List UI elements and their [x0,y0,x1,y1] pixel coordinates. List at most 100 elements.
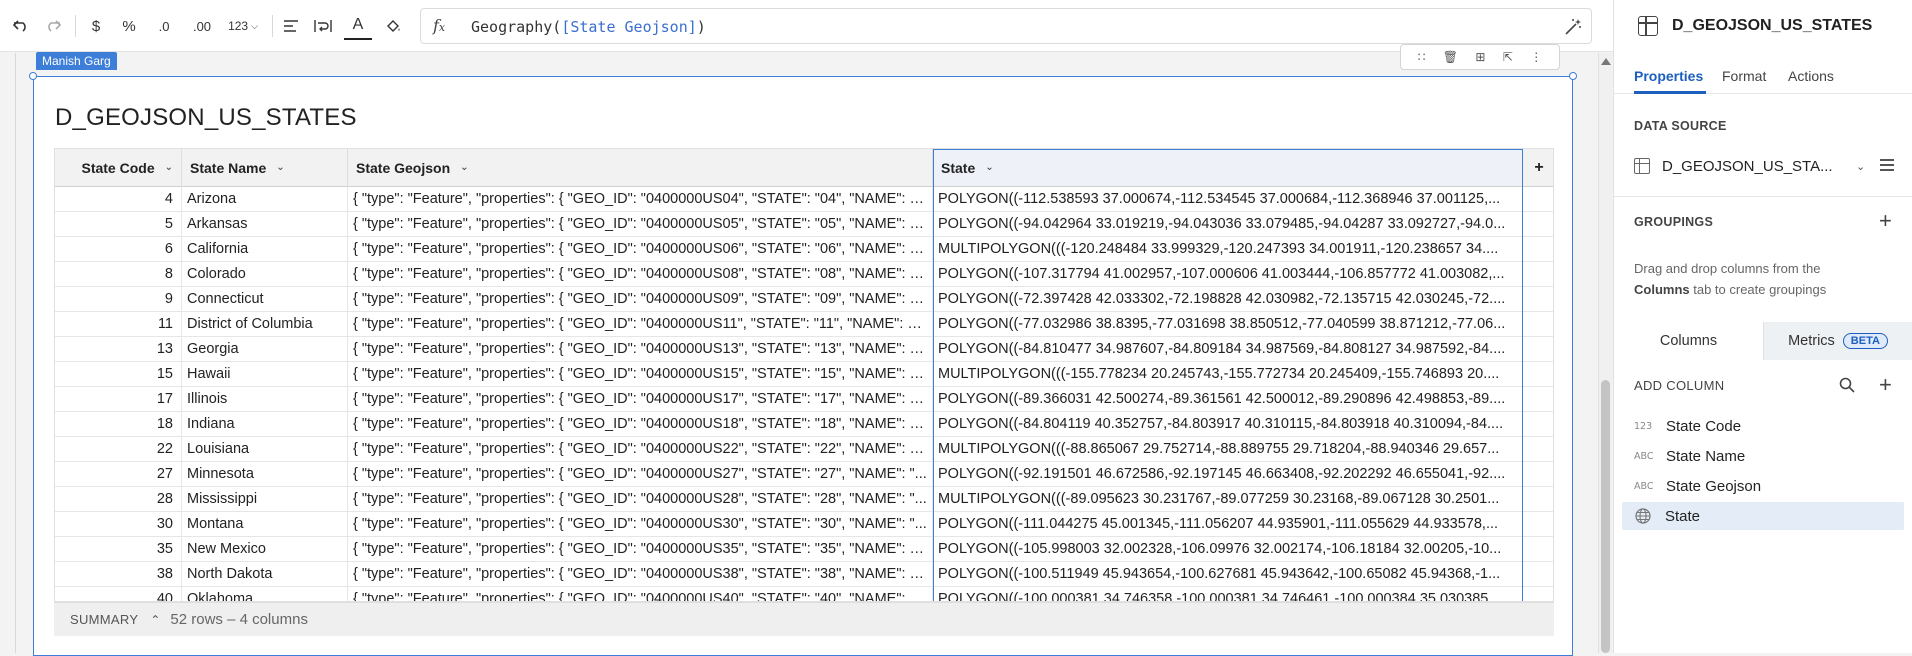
column-item-state[interactable]: State [1622,502,1904,530]
cell-state-code[interactable]: 6 [55,237,182,262]
cell-state-geojson[interactable]: { "type": "Feature", "properties": { "GE… [348,187,933,212]
cell-state-geojson[interactable]: { "type": "Feature", "properties": { "GE… [348,237,933,262]
table-row[interactable]: 8 Colorado{ "type": "Feature", "propertie… [55,262,1553,287]
chevron-down-icon[interactable]: ⌄ [985,162,993,173]
column-item-state-code[interactable]: 123 State Code [1622,412,1904,440]
cell-state[interactable]: POLYGON((-112.538593 37.000674,-112.5345… [933,187,1523,212]
scrollbar-thumb[interactable] [1601,380,1610,653]
cell-state-name[interactable]: Mississippi [182,487,348,512]
cell-state-code[interactable]: 22 [55,437,182,462]
cell-state-name[interactable]: Oklahoma [182,587,348,601]
cell-state-code[interactable]: 13 [55,337,182,362]
cell-state[interactable]: POLYGON((-84.810477 34.987607,-84.809184… [933,337,1523,362]
tab-format[interactable]: Format [1722,68,1766,84]
table-row[interactable]: 4 Arizona{ "type": "Feature", "properties… [55,187,1553,212]
cell-state-name[interactable]: Arizona [182,187,348,212]
cell-state-code[interactable]: 35 [55,537,182,562]
cell-state-name[interactable]: Montana [182,512,348,537]
cell-state-code[interactable]: 9 [55,287,182,312]
cell-state[interactable]: POLYGON((-89.366031 42.500274,-89.361561… [933,387,1523,412]
text-color-icon[interactable]: A [344,12,372,40]
drag-handle-icon[interactable]: ∷ [1418,50,1426,64]
cell-state[interactable]: POLYGON((-100.511949 45.943654,-100.6276… [933,562,1523,587]
cell-state[interactable]: MULTIPOLYGON(((-89.095623 30.231767,-89.… [933,487,1523,512]
cell-state-geojson[interactable]: { "type": "Feature", "properties": { "GE… [348,587,933,601]
cell-state-name[interactable]: North Dakota [182,562,348,587]
cell-state-geojson[interactable]: { "type": "Feature", "properties": { "GE… [348,312,933,337]
cell-state[interactable]: POLYGON((-100.000381 34.746358,-100.0003… [933,587,1523,601]
table-row[interactable]: 35 New Mexico{ "type": "Feature", "proper… [55,537,1553,562]
chevron-down-icon[interactable]: ⌄ [165,162,173,173]
cell-state-code[interactable]: 5 [55,212,182,237]
more-options-icon[interactable]: ⋮ [1530,50,1542,64]
cell-state-code[interactable]: 28 [55,487,182,512]
cell-state[interactable]: POLYGON((-94.042964 33.019219,-94.043036… [933,212,1523,237]
add-column-button[interactable]: + [1523,149,1553,187]
table-row[interactable]: 5 Arkansas{ "type": "Feature", "propertie… [55,212,1553,237]
table-row[interactable]: 27 Minnesota{ "type": "Feature", "propert… [55,462,1553,487]
element-title[interactable]: D_GEOJSON_US_STATES [55,104,357,132]
cell-state[interactable]: POLYGON((-84.804119 40.352757,-84.803917… [933,412,1523,437]
column-header-state-geojson[interactable]: State Geojson ⌄ [348,149,933,187]
cell-state-geojson[interactable]: { "type": "Feature", "properties": { "GE… [348,262,933,287]
cell-state-name[interactable]: Illinois [182,387,348,412]
cell-state-geojson[interactable]: { "type": "Feature", "properties": { "GE… [348,462,933,487]
cell-state-code[interactable]: 8 [55,262,182,287]
collapse-icon[interactable]: ⇱ [1503,50,1513,64]
cell-state[interactable]: MULTIPOLYGON(((-88.865067 29.752714,-88.… [933,437,1523,462]
cell-state-name[interactable]: District of Columbia [182,312,348,337]
cell-state-code[interactable]: 38 [55,562,182,587]
cell-state[interactable]: POLYGON((-72.397428 42.033302,-72.198828… [933,287,1523,312]
cell-state-name[interactable]: Colorado [182,262,348,287]
align-left-icon[interactable] [280,14,302,38]
currency-format-button[interactable]: $ [86,14,106,38]
cell-state-geojson[interactable]: { "type": "Feature", "properties": { "GE… [348,437,933,462]
table-row[interactable]: 15 Hawaii{ "type": "Feature", "properties… [55,362,1553,387]
cell-state[interactable]: MULTIPOLYGON(((-155.778234 20.245743,-15… [933,362,1523,387]
table-row[interactable]: 9 Connecticut{ "type": "Feature", "proper… [55,287,1553,312]
cell-state-code[interactable]: 17 [55,387,182,412]
percent-format-button[interactable]: % [118,14,140,38]
undo-icon[interactable] [10,14,32,38]
cell-state-name[interactable]: Hawaii [182,362,348,387]
add-element-icon[interactable]: ⊞ [1475,50,1485,64]
column-header-state-code[interactable]: State Code ⌄ [55,149,182,187]
cell-state-geojson[interactable]: { "type": "Feature", "properties": { "GE… [348,512,933,537]
table-row[interactable]: 11 District of Columbia{ "type": "Feature… [55,312,1553,337]
increase-decimal-button[interactable]: .00 [188,14,216,38]
cell-state-name[interactable]: New Mexico [182,537,348,562]
resize-handle-top-left[interactable] [29,72,37,80]
redo-icon[interactable] [42,14,64,38]
cell-state-geojson[interactable]: { "type": "Feature", "properties": { "GE… [348,487,933,512]
cell-state-name[interactable]: Indiana [182,412,348,437]
cell-state-geojson[interactable]: { "type": "Feature", "properties": { "GE… [348,337,933,362]
table-row[interactable]: 22 Louisiana{ "type": "Feature", "propert… [55,437,1553,462]
data-source-selector[interactable]: D_GEOJSON_US_STA... ⌄ [1634,154,1894,178]
decrease-decimal-button[interactable]: .0 [152,14,176,38]
text-wrap-icon[interactable] [312,14,334,38]
cell-state[interactable]: POLYGON((-111.044275 45.001345,-111.0562… [933,512,1523,537]
cell-state-name[interactable]: Minnesota [182,462,348,487]
cell-state-geojson[interactable]: { "type": "Feature", "properties": { "GE… [348,212,933,237]
trash-icon[interactable]: 🗑 [1443,50,1458,64]
magic-wand-icon[interactable] [1563,17,1583,37]
cell-state-name[interactable]: Georgia [182,337,348,362]
cell-state[interactable]: POLYGON((-105.998003 32.002328,-106.0997… [933,537,1523,562]
column-header-state[interactable]: State ⌄ [933,149,1523,187]
table-row[interactable]: 18 Indiana{ "type": "Feature", "propertie… [55,412,1553,437]
tab-metrics[interactable]: Metrics BETA [1763,322,1912,360]
number-format-dropdown[interactable]: 123 ⌵ [224,14,262,38]
column-item-state-geojson[interactable]: ABC State Geojson [1622,472,1904,500]
fill-color-icon[interactable] [382,14,404,38]
table-row[interactable]: 13 Georgia{ "type": "Feature", "propertie… [55,337,1553,362]
cell-state[interactable]: POLYGON((-77.032986 38.8395,-77.031698 3… [933,312,1523,337]
chevron-down-icon[interactable]: ⌄ [1856,160,1865,173]
cell-state-code[interactable]: 15 [55,362,182,387]
tab-properties[interactable]: Properties [1634,68,1703,84]
cell-state-code[interactable]: 18 [55,412,182,437]
cell-state-geojson[interactable]: { "type": "Feature", "properties": { "GE… [348,362,933,387]
cell-state-name[interactable]: Connecticut [182,287,348,312]
cell-state-code[interactable]: 30 [55,512,182,537]
cell-state-name[interactable]: Louisiana [182,437,348,462]
cell-state-code[interactable]: 4 [55,187,182,212]
